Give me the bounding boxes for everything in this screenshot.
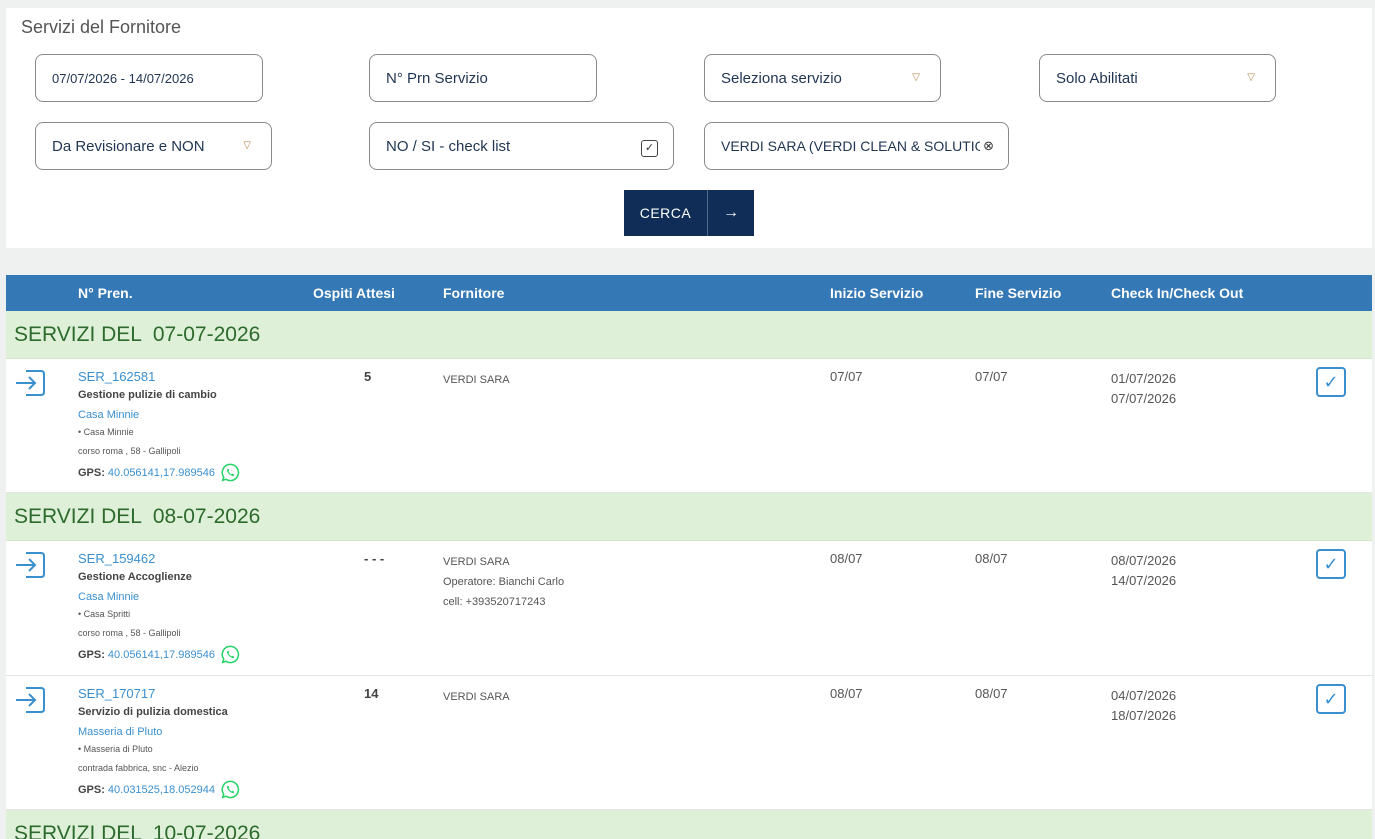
enabled-select-value: Solo Abilitati [1056,69,1138,87]
prn-placeholder: N° Prn Servizio [386,69,488,87]
enter-icon[interactable] [14,551,46,579]
checklist-label: NO / SI - check list [386,137,511,155]
service-start: 08/07 [830,686,863,701]
checkin-date: 04/07/2026 [1111,688,1177,703]
date-range-value: 07/07/2026 - 14/07/2026 [52,70,194,86]
supplier-cell: VERDI SARA Operatore: Bianchi Carlo cell… [443,552,564,612]
expected-guests: 5 [364,369,372,384]
checkout-date: 18/07/2026 [1111,708,1177,723]
checkin-date: 08/07/2026 [1111,553,1177,568]
chevron-down-icon: ▽ [243,140,251,151]
day-group-header: SERVIZI DEL 10-07-2026 [6,810,1372,839]
supplier-cell-phone: cell: +393520717243 [443,596,546,608]
supplier-name: VERDI SARA [443,556,510,568]
chevron-down-icon: ▽ [1247,72,1255,83]
supplier-operator: Operatore: Bianchi Carlo [443,576,565,588]
confirm-checkbox[interactable]: ✓ [1316,549,1346,579]
day-group-header: SERVIZI DEL 08-07-2026 [6,493,1372,541]
supplier-cell: VERDI SARA [443,370,510,390]
column-prn[interactable]: N° Pren. [78,285,133,301]
property-link[interactable]: Masseria di Pluto [78,726,162,738]
service-start: 07/07 [830,369,863,384]
gps-link[interactable]: 40.031525,18.052944 [108,784,215,796]
prn-search-input[interactable]: N° Prn Servizio [369,54,597,102]
enter-icon[interactable] [14,369,46,397]
panel-title: Servizi del Fornitore [21,17,182,37]
column-supplier[interactable]: Fornitore [443,285,504,301]
checkin-checkout: 04/07/2026 18/07/2026 [1111,686,1176,726]
column-checkin[interactable]: Check In/Check Out [1111,285,1243,301]
checkbox-icon[interactable]: ✓ [641,140,658,157]
gps-label: GPS: [78,783,105,796]
enabled-select[interactable]: Solo Abilitati ▽ [1039,54,1276,102]
service-code-link[interactable]: SER_159462 [78,551,155,566]
clear-icon[interactable]: ⊗ [983,138,994,154]
supplier-name: VERDI SARA [443,374,510,386]
gps-line: GPS: 40.031525,18.052944 [78,780,240,799]
date-range-input[interactable]: 07/07/2026 - 14/07/2026 [35,54,263,102]
column-end[interactable]: Fine Servizio [975,285,1061,301]
whatsapp-icon[interactable] [221,463,240,482]
supplier-select[interactable]: VERDI SARA (VERDI CLEAN & SOLUTIONS) ⊗ [704,122,1009,170]
confirm-checkbox[interactable]: ✓ [1316,367,1346,397]
supplier-name: VERDI SARA [443,691,510,703]
review-select[interactable]: Da Revisionare e NON ▽ [35,122,272,170]
filter-panel: Servizi del Fornitore 07/07/2026 - 14/07… [6,8,1372,248]
whatsapp-icon[interactable] [221,645,240,664]
service-name: Gestione Accoglienze [78,571,192,583]
service-end: 08/07 [975,551,1008,566]
services-table: N° Pren. Ospiti Attesi Fornitore Inizio … [6,275,1372,839]
property-link[interactable]: Casa Minnie [78,591,139,603]
column-start[interactable]: Inizio Servizio [830,285,923,301]
service-name: Servizio di pulizia domestica [78,706,228,718]
search-button[interactable]: CERCA → [624,190,754,236]
property-address: corso roma , 58 - Gallipoli [78,446,181,456]
property-link[interactable]: Casa Minnie [78,409,139,421]
table-row[interactable]: SER_170717 Servizio di pulizia domestica… [6,676,1372,810]
property-unit: • Casa Spritti [78,609,131,619]
whatsapp-icon[interactable] [221,780,240,799]
supplier-cell: VERDI SARA [443,687,510,707]
expected-guests: 14 [364,686,379,701]
enter-icon[interactable] [14,686,46,714]
column-guests[interactable]: Ospiti Attesi [313,285,395,301]
table-row[interactable]: SER_159462 Gestione Accoglienze Casa Min… [6,541,1372,676]
gps-label: GPS: [78,648,105,661]
service-code-link[interactable]: SER_162581 [78,369,155,384]
expected-guests: - - - [364,551,385,566]
checkout-date: 07/07/2026 [1111,391,1177,406]
gps-label: GPS: [78,466,105,479]
property-unit: • Casa Minnie [78,427,134,437]
table-row[interactable]: SER_162581 Gestione pulizie di cambio Ca… [6,359,1372,493]
checkin-checkout: 01/07/2026 07/07/2026 [1111,369,1176,409]
table-header: N° Pren. Ospiti Attesi Fornitore Inizio … [6,275,1372,311]
service-start: 08/07 [830,551,863,566]
gps-line: GPS: 40.056141,17.989546 [78,645,240,664]
service-select[interactable]: Seleziona servizio ▽ [704,54,941,102]
chevron-down-icon: ▽ [912,72,920,83]
checklist-toggle[interactable]: NO / SI - check list ✓ [369,122,674,170]
gps-link[interactable]: 40.056141,17.989546 [108,649,215,661]
supplier-select-value: VERDI SARA (VERDI CLEAN & SOLUTIONS) [721,138,980,154]
checkin-date: 01/07/2026 [1111,371,1177,386]
service-code-link[interactable]: SER_170717 [78,686,155,701]
property-unit: • Masseria di Pluto [78,744,153,754]
confirm-checkbox[interactable]: ✓ [1316,684,1346,714]
service-select-value: Seleziona servizio [721,69,842,87]
gps-line: GPS: 40.056141,17.989546 [78,463,240,482]
property-address: corso roma , 58 - Gallipoli [78,628,181,638]
arrow-right-icon: → [723,204,739,221]
checkin-checkout: 08/07/2026 14/07/2026 [1111,551,1176,591]
service-end: 07/07 [975,369,1008,384]
checkout-date: 14/07/2026 [1111,573,1177,588]
gps-link[interactable]: 40.056141,17.989546 [108,467,215,479]
review-select-value: Da Revisionare e NON [52,137,205,155]
service-end: 08/07 [975,686,1008,701]
property-address: contrada fabbrica, snc - Alezio [78,763,199,773]
service-name: Gestione pulizie di cambio [78,389,217,401]
search-button-label: CERCA [624,190,708,236]
day-group-header: SERVIZI DEL 07-07-2026 [6,311,1372,359]
